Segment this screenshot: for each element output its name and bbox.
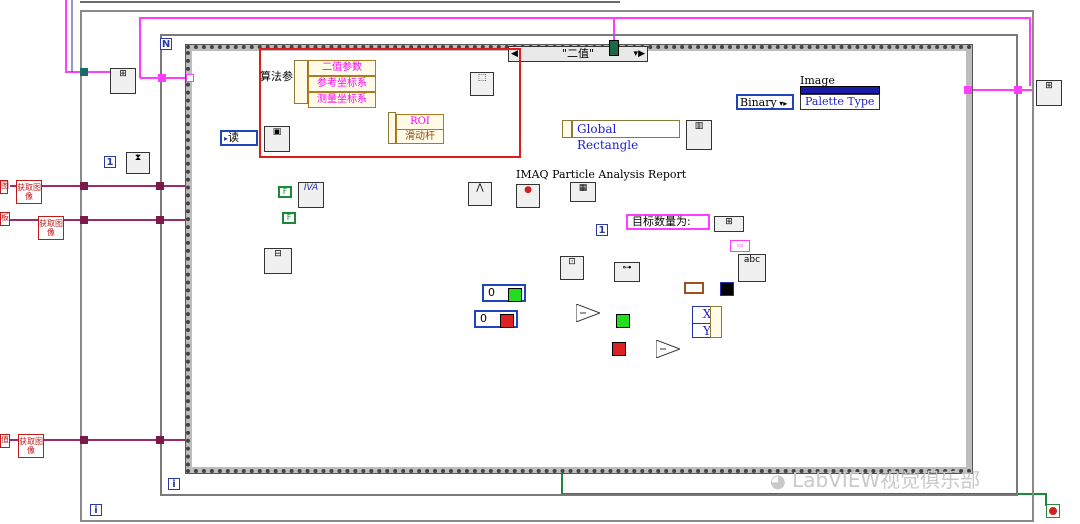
field-measure-coords[interactable]: 测量坐标系	[308, 92, 376, 108]
tunnel-icon	[156, 182, 164, 190]
tunnel-icon	[156, 216, 164, 224]
green-color-constant[interactable]	[616, 314, 630, 328]
tunnel-icon	[1014, 86, 1022, 94]
stop-condition-icon[interactable]	[1046, 504, 1060, 518]
field-binary-params[interactable]: 二值参数	[308, 60, 376, 76]
set-roi-vi-icon[interactable]: ⬚	[470, 72, 494, 96]
get-image-subvi-3[interactable]: 获取图像	[18, 434, 44, 458]
wechat-icon: ◕	[770, 471, 786, 492]
bundle-node	[710, 306, 722, 338]
select-node-1-icon[interactable]	[575, 303, 602, 323]
image-property-header	[800, 86, 880, 94]
left-label-1: 图	[0, 180, 9, 194]
image-display-vi-icon[interactable]: ▣	[264, 126, 290, 152]
iva-vi-icon[interactable]: IVA	[298, 182, 324, 208]
tunnel-icon	[80, 68, 88, 76]
tunnel-icon	[80, 216, 88, 224]
brown-constant-icon[interactable]	[684, 282, 704, 294]
select-node-2-icon[interactable]	[655, 339, 682, 359]
cluster-fields: 二值参数 参考坐标系 测量坐标系	[308, 60, 376, 108]
particle-report-label: IMAQ Particle Analysis Report	[516, 168, 687, 181]
tunnel-icon	[80, 182, 88, 190]
enum-dropdown-icon: ▾▸	[776, 99, 788, 108]
numeric-constant-b-value: 0	[480, 312, 487, 325]
roi-cluster: ROI 滑动杆	[396, 114, 444, 144]
tunnel-icon	[80, 436, 88, 444]
numeric-constant-a[interactable]: 0	[482, 284, 526, 302]
tunnel-icon	[609, 40, 619, 56]
case-dropdown-icon[interactable]: ▾▶	[634, 47, 645, 61]
binary-enum-value: Binary	[740, 96, 777, 109]
unbundle-report-icon[interactable]: ▦	[570, 182, 596, 202]
roi-label[interactable]: ROI	[397, 115, 443, 129]
tunnel-icon	[964, 86, 972, 94]
false-constant-1[interactable]: F	[278, 186, 292, 198]
unbundle-roi-node	[388, 112, 396, 144]
tunnel-icon	[186, 74, 194, 82]
numeric-constant-b[interactable]: 0	[474, 310, 518, 328]
left-bundle-vi-icon[interactable]: ⊞	[110, 68, 136, 94]
unbundle-rect-node	[562, 120, 572, 138]
for-loop-count-terminal: N	[160, 38, 172, 50]
read-enum-constant[interactable]: ▸读	[220, 130, 258, 146]
left-label-3: 值	[0, 434, 10, 448]
tunnel-icon	[156, 436, 164, 444]
timing-vi-icon[interactable]: ⧗	[126, 152, 150, 174]
tunnel-icon	[158, 74, 166, 82]
binary-enum-constant[interactable]: Binary ▾▸	[736, 94, 794, 110]
get-image-subvi-1[interactable]: 获取图像	[16, 180, 42, 204]
slider-label[interactable]: 滑动杆	[397, 129, 443, 144]
rect-array-vi-icon[interactable]: ▥	[686, 120, 712, 150]
concat-string-vi-icon[interactable]: ⊞	[714, 216, 744, 232]
case-selector-value: "二值"	[561, 47, 595, 60]
threshold-vi-icon[interactable]: ⋀	[468, 182, 492, 206]
case-selector[interactable]: ◀ "二值" ▾▶	[508, 46, 648, 62]
index-constant: 1	[596, 224, 608, 236]
red-color-box	[500, 314, 514, 328]
index-array-vi-icon[interactable]: ⊡	[560, 256, 584, 280]
field-reference-coords[interactable]: 参考坐标系	[308, 76, 376, 92]
number-to-string-vi-icon[interactable]: ⊶	[614, 262, 640, 282]
black-color-constant[interactable]	[720, 282, 734, 296]
left-label-2: 板	[0, 212, 10, 226]
numeric-constant-a-value: 0	[488, 286, 495, 299]
green-color-box	[508, 288, 522, 302]
string-constant-icon[interactable]: ▭	[730, 240, 750, 252]
palette-type-property[interactable]: Palette Type	[800, 94, 880, 110]
overlay-text-vi-icon[interactable]: abc	[738, 254, 766, 282]
image-copy-vi-icon[interactable]: ⊟	[264, 248, 292, 274]
algorithm-cluster-label: 算法参	[260, 70, 293, 83]
watermark-text: LabVIEW视觉俱乐部	[792, 468, 981, 492]
left-numeric-constant: 1	[104, 156, 116, 168]
particle-analysis-vi-icon[interactable]: ●	[516, 184, 540, 208]
read-constant-value: 读	[228, 131, 240, 144]
red-color-constant[interactable]	[612, 342, 626, 356]
get-image-subvi-2[interactable]: 获取图像	[38, 216, 64, 240]
unbundle-node	[294, 60, 308, 104]
watermark: ◕ LabVIEW视觉俱乐部	[770, 464, 980, 493]
false-constant-2[interactable]: F	[282, 212, 296, 224]
global-rectangle-field[interactable]: Global Rectangle	[572, 120, 680, 152]
right-bundle-vi-icon[interactable]: ⊞	[1036, 80, 1062, 106]
target-count-label-string[interactable]: 目标数量为:	[626, 214, 710, 230]
outer-iteration-terminal: i	[90, 504, 102, 516]
inner-iteration-terminal: i	[168, 478, 180, 490]
